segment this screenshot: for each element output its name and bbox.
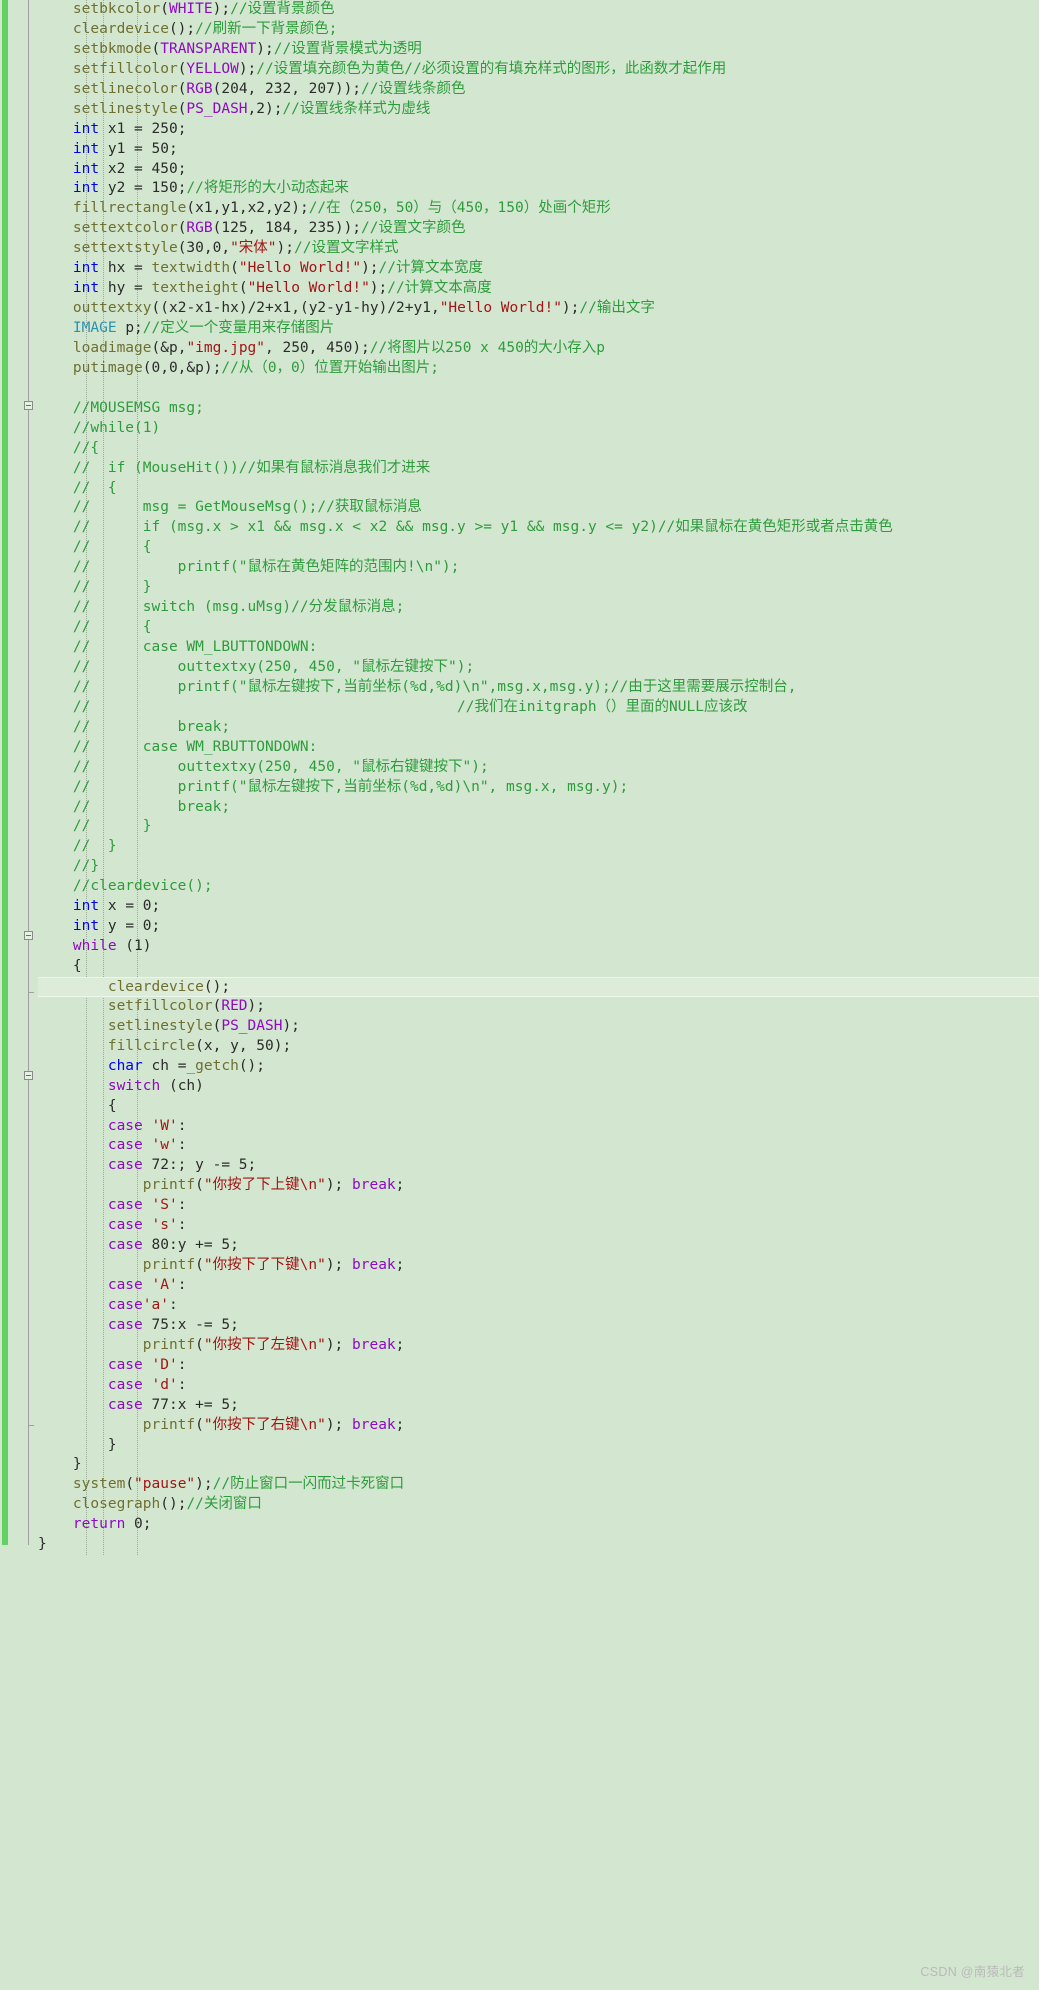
code-line[interactable]: case 'd': — [38, 1376, 1039, 1396]
code-line[interactable]: setlinestyle(PS_DASH); — [38, 1017, 1039, 1037]
code-line[interactable]: settextcolor(RGB(125, 184, 235));//设置文字颜… — [38, 219, 1039, 239]
collapse-block-icon-while-loop[interactable] — [24, 931, 33, 940]
code-line[interactable]: } — [38, 1535, 1039, 1555]
code-line[interactable]: case 'w': — [38, 1136, 1039, 1156]
code-line[interactable]: case 's': — [38, 1216, 1039, 1236]
code-line[interactable]: //cleardevice(); — [38, 877, 1039, 897]
code-line[interactable]: closegraph();//关闭窗口 — [38, 1495, 1039, 1515]
code-line[interactable]: // //我们在initgraph（）里面的NULL应该改 — [38, 698, 1039, 718]
code-text-area[interactable]: setbkcolor(WHITE);//设置背景颜色 cleardevice()… — [38, 0, 1039, 1555]
code-line[interactable]: // case WM_RBUTTONDOWN: — [38, 738, 1039, 758]
code-line[interactable]: case 'D': — [38, 1356, 1039, 1376]
code-line[interactable]: case'a': — [38, 1296, 1039, 1316]
code-line[interactable]: int x = 0; — [38, 897, 1039, 917]
code-line[interactable]: fillrectangle(x1,y1,x2,y2);//在（250，50）与（… — [38, 199, 1039, 219]
code-line[interactable]: // printf("鼠标左键按下,当前坐标(%d,%d)\n",msg.x,m… — [38, 678, 1039, 698]
code-line[interactable]: setbkcolor(WHITE);//设置背景颜色 — [38, 0, 1039, 20]
change-bar-segment — [2, 0, 8, 1545]
code-line[interactable]: // { — [38, 479, 1039, 499]
code-line[interactable]: { — [38, 957, 1039, 977]
code-line[interactable]: outtextxy((x2-x1-hx)/2+x1,(y2-y1-hy)/2+y… — [38, 299, 1039, 319]
code-line[interactable]: // break; — [38, 798, 1039, 818]
code-line[interactable]: return 0; — [38, 1515, 1039, 1535]
fold-guide-line — [28, 0, 29, 1545]
code-line[interactable]: // } — [38, 837, 1039, 857]
code-line[interactable]: // break; — [38, 718, 1039, 738]
code-line[interactable]: int x2 = 450; — [38, 160, 1039, 180]
watermark-label: CSDN @南猿北者 — [920, 1965, 1025, 1979]
change-bar-margin — [0, 0, 10, 1555]
code-line[interactable]: // if (msg.x > x1 && msg.x < x2 && msg.y… — [38, 518, 1039, 538]
fold-end-tick-top — [28, 992, 34, 993]
code-line[interactable]: case 'W': — [38, 1117, 1039, 1137]
code-line-current[interactable]: cleardevice(); — [38, 976, 1039, 997]
code-line[interactable]: // { — [38, 538, 1039, 558]
code-line[interactable]: } — [38, 1436, 1039, 1456]
code-line[interactable]: // printf("鼠标在黄色矩阵的范围内!\n"); — [38, 558, 1039, 578]
code-editor-window: setbkcolor(WHITE);//设置背景颜色 cleardevice()… — [0, 0, 1039, 1990]
code-line[interactable]: int x1 = 250; — [38, 120, 1039, 140]
code-line[interactable]: // outtextxy(250, 450, "鼠标右键键按下"); — [38, 758, 1039, 778]
code-line[interactable]: // } — [38, 578, 1039, 598]
code-line[interactable]: setlinestyle(PS_DASH,2);//设置线条样式为虚线 — [38, 100, 1039, 120]
code-line[interactable]: char ch =_getch(); — [38, 1057, 1039, 1077]
code-line[interactable]: int hy = textheight("Hello World!");//计算… — [38, 279, 1039, 299]
collapse-block-icon-switch[interactable] — [24, 1071, 33, 1080]
code-line[interactable]: printf("你按了下上键\n"); break; — [38, 1176, 1039, 1196]
code-line[interactable]: putimage(0,0,&p);//从（0，0）位置开始输出图片; — [38, 359, 1039, 379]
code-line[interactable]: int y1 = 50; — [38, 140, 1039, 160]
code-line[interactable]: setlinecolor(RGB(204, 232, 207));//设置线条颜… — [38, 80, 1039, 100]
code-line[interactable]: case 'S': — [38, 1196, 1039, 1216]
code-line[interactable]: system("pause");//防止窗口一闪而过卡死窗口 — [38, 1475, 1039, 1495]
code-line[interactable]: printf("你按下了下键\n"); break; — [38, 1256, 1039, 1276]
code-line[interactable]: { — [38, 1097, 1039, 1117]
code-line[interactable]: // outtextxy(250, 450, "鼠标左键按下"); — [38, 658, 1039, 678]
code-line[interactable]: setfillcolor(YELLOW);//设置填充颜色为黄色//必须设置的有… — [38, 60, 1039, 80]
fold-end-tick-bottom — [28, 1425, 34, 1426]
code-line[interactable]: printf("你按下了左键\n"); break; — [38, 1336, 1039, 1356]
code-line[interactable]: // if (MouseHit())//如果有鼠标消息我们才进来 — [38, 459, 1039, 479]
code-line[interactable]: int y2 = 150;//将矩形的大小动态起来 — [38, 179, 1039, 199]
code-line[interactable]: // } — [38, 817, 1039, 837]
code-line[interactable]: case 80:y += 5; — [38, 1236, 1039, 1256]
code-line[interactable]: while (1) — [38, 937, 1039, 957]
code-line[interactable]: IMAGE p;//定义一个变量用来存储图片 — [38, 319, 1039, 339]
code-line[interactable]: printf("你按下了右键\n"); break; — [38, 1416, 1039, 1436]
code-line[interactable]: fillcircle(x, y, 50); — [38, 1037, 1039, 1057]
code-line[interactable]: // printf("鼠标左键按下,当前坐标(%d,%d)\n", msg.x,… — [38, 778, 1039, 798]
code-line[interactable]: //MOUSEMSG msg; — [38, 399, 1039, 419]
code-line[interactable]: //} — [38, 857, 1039, 877]
code-line[interactable]: //{ — [38, 439, 1039, 459]
code-line[interactable]: case 'A': — [38, 1276, 1039, 1296]
code-line[interactable]: //while(1) — [38, 419, 1039, 439]
collapse-block-icon-mouse-comment[interactable] — [24, 401, 33, 410]
code-line[interactable]: int hx = textwidth("Hello World!");//计算文… — [38, 259, 1039, 279]
code-line[interactable]: // switch (msg.uMsg)//分发鼠标消息; — [38, 598, 1039, 618]
code-line[interactable]: case 75:x -= 5; — [38, 1316, 1039, 1336]
code-line[interactable]: case 72:; y -= 5; — [38, 1156, 1039, 1176]
code-line[interactable]: // case WM_LBUTTONDOWN: — [38, 638, 1039, 658]
code-line[interactable]: // msg = GetMouseMsg();//获取鼠标消息 — [38, 498, 1039, 518]
code-line[interactable]: case 77:x += 5; — [38, 1396, 1039, 1416]
code-line[interactable]: cleardevice();//刷新一下背景颜色; — [38, 20, 1039, 40]
code-line[interactable] — [38, 379, 1039, 399]
code-line[interactable]: int y = 0; — [38, 917, 1039, 937]
code-line[interactable]: loadimage(&p,"img.jpg", 250, 450);//将图片以… — [38, 339, 1039, 359]
code-line[interactable]: switch (ch) — [38, 1077, 1039, 1097]
code-line[interactable]: setbkmode(TRANSPARENT);//设置背景模式为透明 — [38, 40, 1039, 60]
code-line[interactable]: // { — [38, 618, 1039, 638]
code-line[interactable]: settextstyle(30,0,"宋体");//设置文字样式 — [38, 239, 1039, 259]
code-line[interactable]: setfillcolor(RED); — [38, 997, 1039, 1017]
outlining-margin — [10, 0, 38, 1555]
code-line[interactable]: } — [38, 1455, 1039, 1475]
